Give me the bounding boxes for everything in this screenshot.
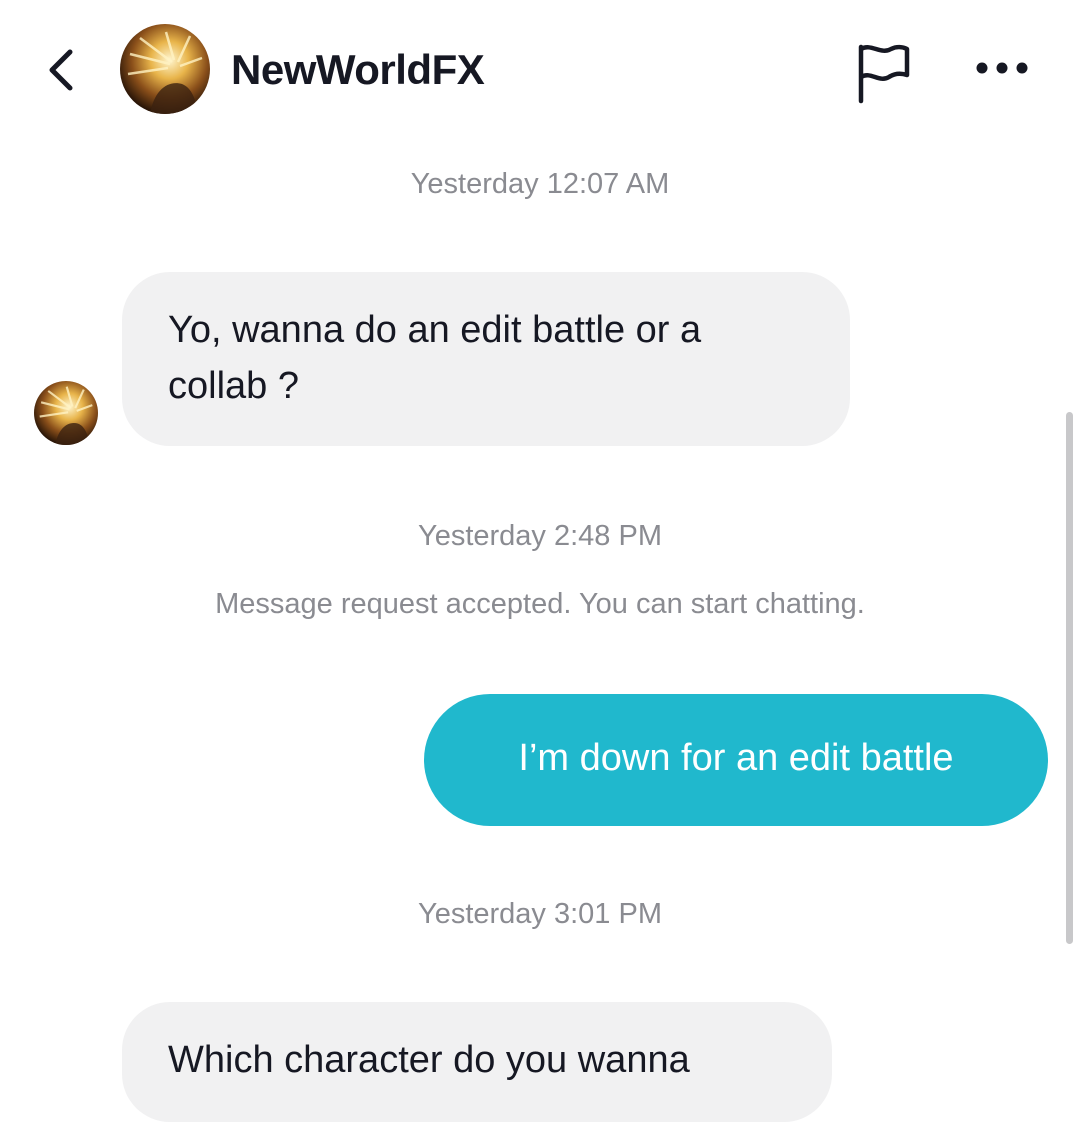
request-accepted-note: Message request accepted. You can start … [215, 588, 865, 620]
incoming-message[interactable]: Which character do you wanna [122, 1002, 832, 1122]
profile-avatar [120, 24, 210, 114]
sender-avatar[interactable] [34, 381, 98, 445]
report-button[interactable] [848, 38, 918, 108]
outgoing-message[interactable]: I’m down for an edit battle [424, 694, 1048, 826]
flag-icon [858, 44, 910, 104]
incoming-message[interactable]: Yo, wanna do an edit battle or a collab … [122, 272, 850, 446]
chat-username[interactable]: NewWorldFX [231, 46, 485, 94]
back-button[interactable] [36, 44, 86, 96]
message-timestamp: Yesterday 12:07 AM [410, 168, 670, 200]
profile-avatar [34, 381, 98, 445]
chevron-left-icon [49, 49, 73, 91]
ellipsis-icon [976, 62, 1028, 74]
more-options-button[interactable] [966, 40, 1038, 96]
chat-header: NewWorldFX [0, 0, 1080, 140]
scrollbar[interactable] [1066, 412, 1073, 944]
message-timestamp: Yesterday 3:01 PM [418, 898, 662, 930]
header-avatar[interactable] [120, 24, 210, 114]
message-timestamp: Yesterday 2:48 PM [418, 520, 662, 552]
